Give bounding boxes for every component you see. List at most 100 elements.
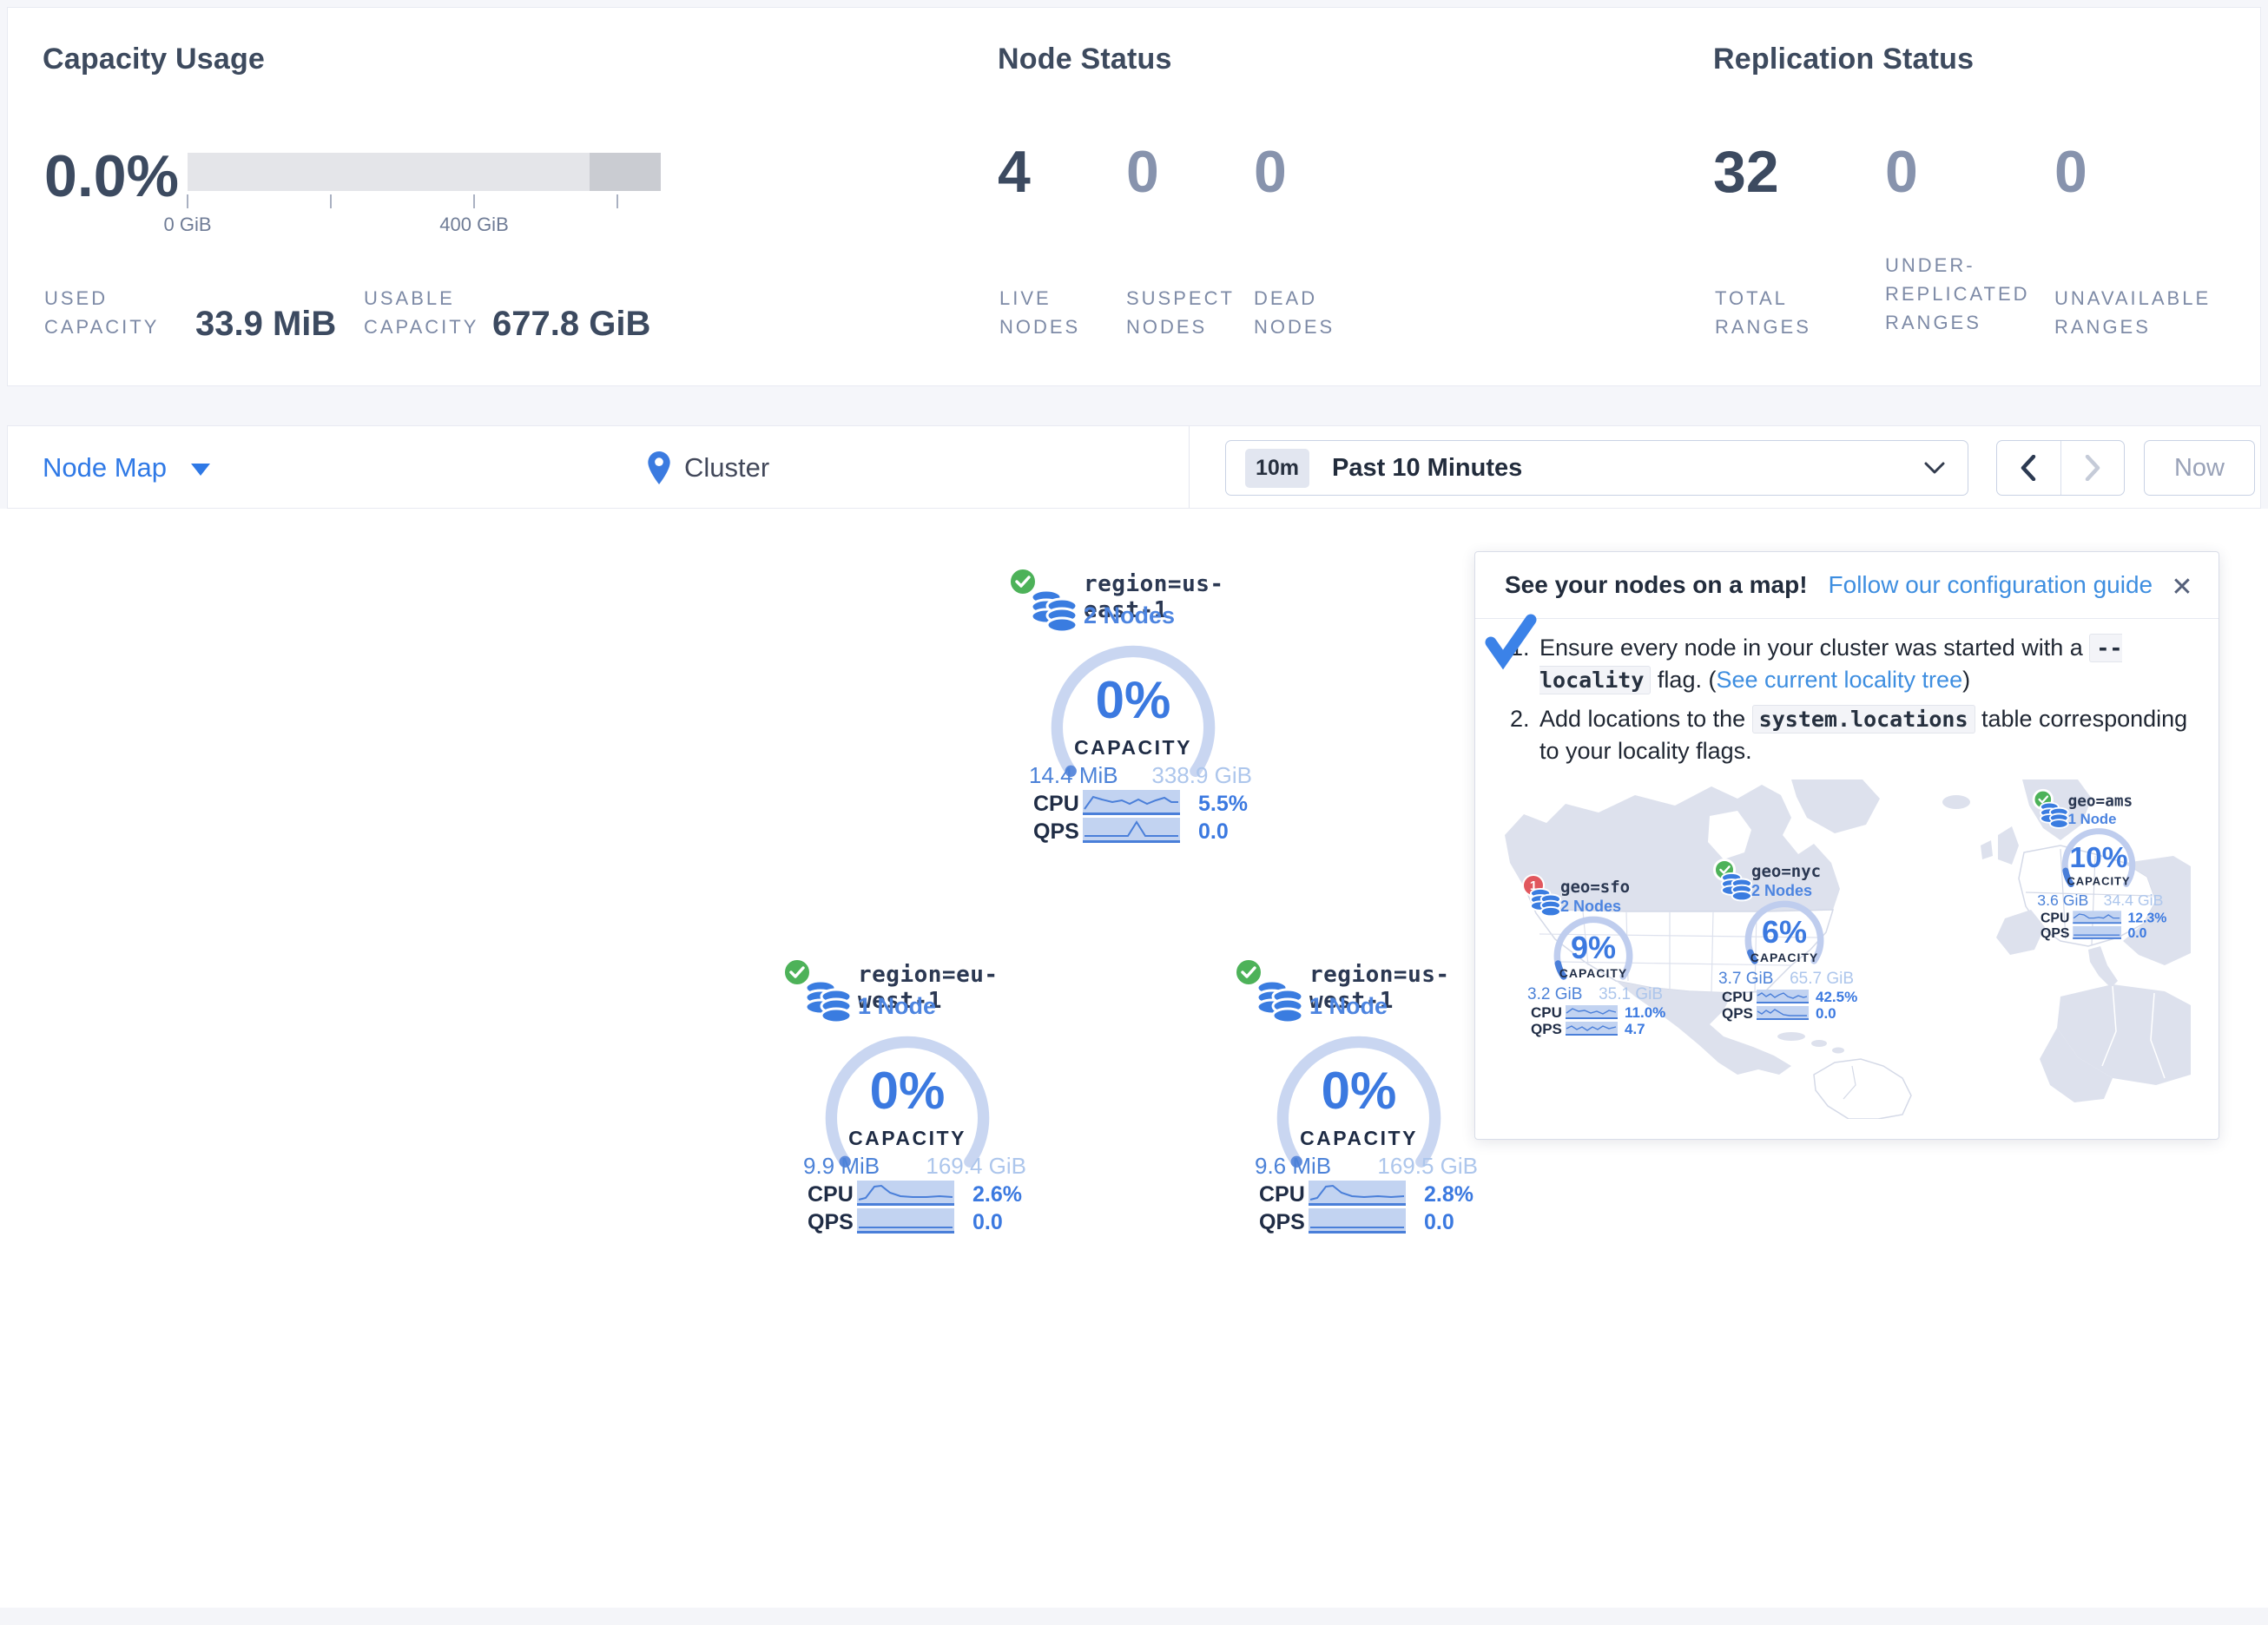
time-back-button[interactable] (1997, 441, 2060, 495)
cpu-sparkline (1757, 990, 1809, 1003)
under-replicated-ranges-value: 0 (1885, 142, 1918, 201)
suspect-nodes-label: SUSPECT NODES (1126, 284, 1239, 341)
used-capacity-value: 33.9 MiB (195, 305, 336, 344)
qps-value: 0.0 (972, 1210, 1003, 1235)
cpu-label: CPU (1531, 1004, 1562, 1022)
capacity-label: CAPACITY (1272, 1127, 1446, 1150)
capacity-tick (187, 194, 188, 208)
capacity-tick-label-min: 0 GiB (153, 214, 222, 236)
unavailable-ranges-value: 0 (2054, 142, 2087, 201)
qps-value: 0.0 (1424, 1210, 1454, 1235)
locality-tree-link[interactable]: See current locality tree (1716, 667, 1962, 693)
region-gauge-eu-west-1[interactable]: region=eu-west-1 1 Node 0% CAPACITY 9.9 … (764, 955, 1042, 1250)
cpu-label: CPU (1033, 792, 1079, 817)
cpu-sparkline (1309, 1181, 1406, 1206)
qps-label: QPS (1033, 819, 1079, 845)
capacity-label: CAPACITY (1046, 736, 1220, 760)
time-step-buttons (1996, 440, 2125, 496)
used-capacity: 9.6 MiB (1255, 1153, 1331, 1180)
usable-capacity: 169.5 GiB (1377, 1153, 1478, 1180)
map-toolbar: Node Map Cluster 10m Past 10 Minutes Now (7, 425, 2261, 509)
qps-label: QPS (1259, 1210, 1305, 1235)
chevron-left-icon (2021, 455, 2036, 481)
locality-name: geo=sfo (1560, 878, 1630, 897)
capacity-label: CAPACITY (2058, 874, 2139, 887)
now-button[interactable]: Now (2144, 440, 2255, 496)
region-node-count: 1 Node (1309, 993, 1388, 1020)
toolbar-divider (1189, 426, 1190, 508)
capacity-usage-section: Capacity Usage (43, 43, 265, 76)
total-ranges-value: 32 (1713, 142, 1779, 201)
time-range-badge: 10m (1245, 449, 1309, 488)
region-gauge-us-west-1[interactable]: region=us-west-1 1 Node 0% CAPACITY 9.6 … (1216, 955, 1493, 1250)
capacity-tick (616, 194, 618, 208)
instruction-step-1: 1. Ensure every node in your cluster was… (1510, 632, 2196, 696)
capacity-label: CAPACITY (1741, 951, 1828, 964)
map-node-geo-sfo[interactable]: 1 geo=sfo 2 Nodes 9% CAPACITY 3.2 GiB 35… (1519, 872, 1666, 1037)
map-node-geo-nyc[interactable]: geo=nyc 2 Nodes 6% CAPACITY 3.7 GiB 65.7… (1710, 857, 1857, 1022)
time-range-dropdown[interactable]: 10m Past 10 Minutes (1225, 440, 1968, 496)
usable-capacity: 338.9 GiB (1151, 762, 1252, 789)
qps-value: 0.0 (2127, 925, 2146, 942)
cpu-sparkline (2073, 911, 2121, 924)
usable-capacity: 169.4 GiB (926, 1153, 1026, 1180)
capacity-usage-title: Capacity Usage (43, 43, 265, 76)
qps-sparkline (2073, 926, 2121, 939)
time-range-label: Past 10 Minutes (1332, 454, 1924, 483)
region-gauge-us-east-1[interactable]: region=us-east-1 2 Nodes 0% CAPACITY 14.… (990, 564, 1268, 859)
qps-label: QPS (1722, 1005, 1753, 1023)
locality-name: geo=ams (2068, 793, 2133, 810)
qps-sparkline (1757, 1006, 1809, 1020)
map-node-geo-ams[interactable]: geo=ams 1 Node 10% CAPACITY 3.6 GiB 34.4… (2029, 787, 2166, 941)
used-capacity: 3.7 GiB (1718, 970, 1773, 989)
chevron-down-icon (1924, 462, 1945, 474)
close-icon[interactable]: ✕ (2165, 569, 2199, 604)
used-capacity: 9.9 MiB (803, 1153, 880, 1180)
step-number: 2. (1510, 703, 1539, 767)
qps-label: QPS (2041, 925, 2069, 942)
bottom-page-strip (0, 1608, 2268, 1625)
qps-sparkline (1309, 1208, 1406, 1234)
used-capacity: 3.6 GiB (2037, 892, 2088, 910)
cpu-sparkline (1083, 790, 1180, 815)
breadcrumb[interactable]: Cluster (648, 445, 769, 490)
popup-title: See your nodes on a map! (1505, 571, 1808, 599)
capacity-label: CAPACITY (1550, 966, 1637, 980)
suspect-nodes-value: 0 (1126, 142, 1159, 201)
breadcrumb-label: Cluster (684, 452, 769, 484)
cpu-label: CPU (808, 1182, 854, 1207)
region-node-count: 1 Node (858, 993, 936, 1020)
usable-capacity: 34.4 GiB (2104, 892, 2164, 910)
total-ranges-label: TOTAL RANGES (1715, 284, 1828, 341)
cpu-label: CPU (2041, 910, 2069, 926)
cpu-label: CPU (1259, 1182, 1305, 1207)
capacity-usage-percent: 0.0% (44, 147, 179, 206)
view-selector-label: Node Map (43, 452, 167, 484)
cluster-summary-panel: Capacity Usage 0.0% 0 GiB 400 GiB USED C… (7, 7, 2261, 386)
unavailable-ranges-label: UNAVAILABLE RANGES (2054, 284, 2237, 341)
database-nodes-icon (1255, 977, 1305, 1024)
capacity-percent: 0% (1272, 1061, 1446, 1121)
capacity-tick-label-mid: 400 GiB (431, 214, 518, 236)
usable-capacity: 35.1 GiB (1599, 985, 1663, 1004)
capacity-percent: 10% (2058, 840, 2139, 874)
qps-sparkline (1083, 818, 1180, 843)
nodes-on-map-popup: See your nodes on a map! Follow our conf… (1474, 551, 2219, 1140)
step-complete-check-icon (1482, 611, 1541, 670)
capacity-bar-nonusable-segment (590, 153, 661, 191)
capacity-percent: 9% (1550, 930, 1637, 966)
popup-instructions: 1. Ensure every node in your cluster was… (1510, 632, 2196, 774)
chevron-down-icon (191, 464, 210, 476)
database-nodes-icon (1029, 587, 1079, 634)
used-capacity: 3.2 GiB (1527, 985, 1582, 1004)
cpu-label: CPU (1722, 989, 1753, 1006)
configuration-guide-link[interactable]: Follow our configuration guide (1829, 571, 2153, 599)
step-text: Add locations to the system.locations ta… (1539, 703, 2196, 767)
mini-world-map: 1 geo=sfo 2 Nodes 9% CAPACITY 3.2 GiB 35… (1505, 780, 2191, 1119)
cpu-value: 42.5% (1816, 989, 1857, 1006)
region-node-count: 2 Nodes (1084, 602, 1175, 629)
cpu-value: 11.0% (1625, 1004, 1665, 1022)
time-forward-button[interactable] (2060, 441, 2125, 495)
capacity-percent: 0% (1046, 670, 1220, 730)
view-selector-dropdown[interactable]: Node Map (43, 447, 210, 489)
